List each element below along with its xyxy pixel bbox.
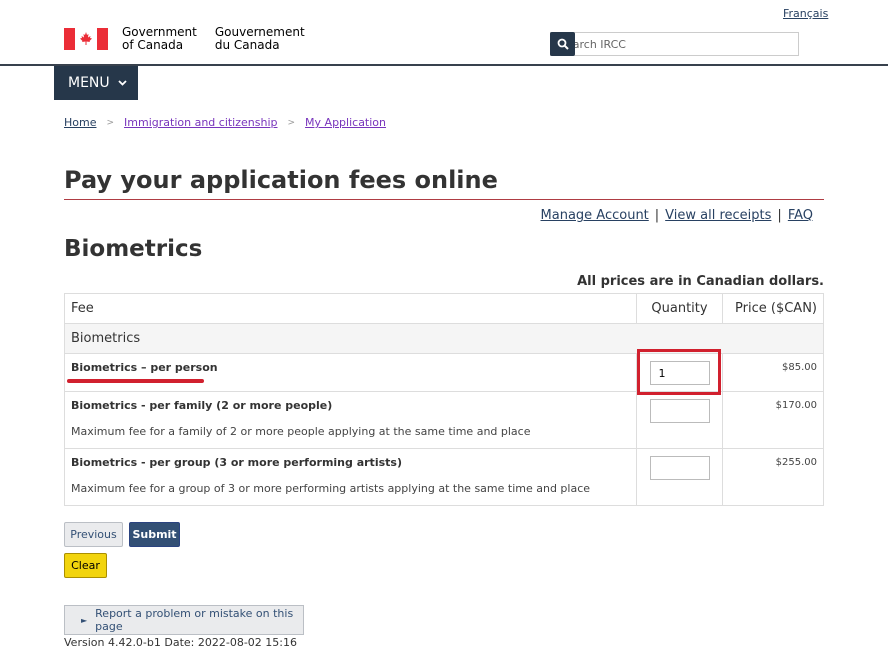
group-label: Biometrics [64,323,824,354]
fee-name: Biometrics - per family (2 or more peopl… [71,399,333,412]
fee-name: Biometrics - per group (3 or more perfor… [71,456,402,469]
search-button[interactable] [550,32,575,56]
column-header-fee: Fee [64,293,637,324]
fee-price: $255.00 [722,448,824,506]
table-row: Biometrics - per group (3 or more perfor… [64,448,824,506]
column-header-quantity: Quantity [636,293,723,324]
search-input[interactable] [550,32,799,56]
faq-link[interactable]: FAQ [788,208,813,223]
breadcrumb-separator-icon: > [287,117,296,128]
breadcrumb-separator-icon: > [106,117,115,128]
view-receipts-link[interactable]: View all receipts [665,208,771,223]
quantity-input-per-family[interactable] [649,399,710,423]
section-title: Biometrics [64,236,203,262]
title-divider [64,199,824,200]
search-icon [557,38,569,50]
breadcrumb-my-application[interactable]: My Application [305,116,386,129]
language-toggle-link[interactable]: Français [783,7,828,20]
previous-button[interactable]: Previous [64,522,123,547]
fee-price: $170.00 [722,391,824,449]
prices-note: All prices are in Canadian dollars. [577,274,824,289]
report-problem-label: Report a problem or mistake on this page [95,607,294,633]
table-group-row: Biometrics [64,323,824,354]
table-row: Biometrics - per family (2 or more peopl… [64,391,824,449]
fee-name: Biometrics – per person [71,361,218,374]
submit-button[interactable]: Submit [129,522,180,547]
government-of-canada-signature[interactable]: Government of Canada Gouvernement du Can… [64,26,323,52]
breadcrumb: Home > Immigration and citizenship > My … [64,116,386,129]
triangle-right-icon: ► [81,615,88,625]
breadcrumb-home[interactable]: Home [64,116,96,129]
fee-description: Maximum fee for a group of 3 or more per… [71,482,591,495]
manage-account-link[interactable]: Manage Account [541,208,649,223]
fee-description: Maximum fee for a family of 2 or more pe… [71,425,531,438]
chevron-down-icon [118,80,127,86]
brand-english: Government of Canada [122,25,197,52]
version-info: Version 4.42.0-b1 Date: 2022-08-02 15:16 [64,636,297,649]
canada-flag-icon [64,28,108,50]
page-title: Pay your application fees online [64,166,498,194]
site-search [550,32,799,56]
breadcrumb-immigration[interactable]: Immigration and citizenship [124,116,277,129]
link-separator: | [654,208,660,223]
link-separator: | [777,208,782,223]
clear-button[interactable]: Clear [64,553,107,578]
menu-label: MENU [68,75,110,91]
quantity-input-per-group[interactable] [649,456,710,480]
column-header-price: Price ($CAN) [722,293,824,324]
fee-price: $85.00 [722,353,824,392]
menu-button[interactable]: MENU [54,66,138,100]
fees-table: Fee Quantity Price ($CAN) Biometrics Bio… [64,293,824,506]
account-links: Manage Account | View all receipts | FAQ [541,208,813,223]
brand-french: Gouvernement du Canada [214,25,305,52]
report-problem-button[interactable]: ► Report a problem or mistake on this pa… [64,605,304,635]
quantity-input-per-person[interactable] [649,361,710,385]
table-row: Biometrics – per person $85.00 [64,353,824,392]
